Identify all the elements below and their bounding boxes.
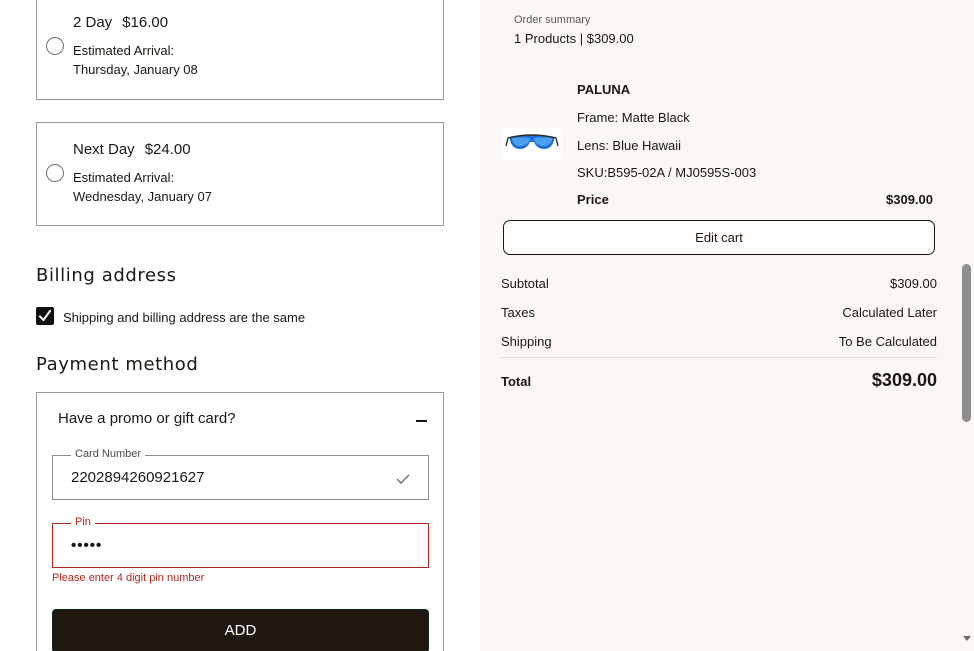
add-gift-card-button[interactable]: ADD bbox=[52, 609, 429, 651]
pin-error-message: Please enter 4 digit pin number bbox=[52, 572, 205, 584]
shipping-option-name: 2 Day bbox=[73, 14, 113, 31]
shipping-option-name: Next Day bbox=[73, 141, 135, 158]
scrollbar-thumb[interactable] bbox=[962, 264, 971, 422]
same-address-label[interactable]: Shipping and billing address are the sam… bbox=[63, 310, 305, 325]
promo-toggle-title[interactable]: Have a promo or gift card? bbox=[58, 410, 236, 427]
radio-icon[interactable] bbox=[46, 37, 64, 55]
card-number-label: Card Number bbox=[71, 448, 146, 460]
card-number-input[interactable] bbox=[71, 469, 371, 486]
summary-divider bbox=[501, 357, 937, 358]
subtotal-value: $309.00 bbox=[890, 276, 937, 291]
edit-cart-button[interactable]: Edit cart bbox=[503, 220, 935, 255]
checkmark-icon bbox=[38, 309, 52, 322]
promo-gift-card-panel: Have a promo or gift card? Card Number P… bbox=[36, 392, 444, 651]
product-price: $309.00 bbox=[886, 192, 933, 207]
order-summary-panel: Order summary 1 Products | $309.00 PALUN… bbox=[480, 0, 960, 651]
taxes-label: Taxes bbox=[501, 305, 535, 320]
pin-field[interactable]: Pin bbox=[52, 516, 429, 568]
product-frame: Frame: Matte Black bbox=[577, 110, 690, 125]
billing-address-heading: Billing address bbox=[36, 265, 177, 286]
subtotal-row: Subtotal $309.00 bbox=[501, 276, 937, 291]
checkout-form: 2 Day $16.00 Estimated Arrival: Thursday,… bbox=[0, 0, 480, 651]
chevron-down-icon[interactable] bbox=[963, 636, 971, 642]
shipping-value: To Be Calculated bbox=[838, 334, 937, 349]
shipping-row: Shipping To Be Calculated bbox=[501, 334, 937, 349]
shipping-eta-date: Thursday, January 08 bbox=[73, 62, 198, 77]
subtotal-label: Subtotal bbox=[501, 276, 549, 291]
card-number-field[interactable]: Card Number bbox=[52, 448, 429, 500]
payment-method-heading: Payment method bbox=[36, 354, 199, 375]
minus-icon[interactable] bbox=[416, 420, 427, 422]
product-sku: SKU:B595-02A / MJ0595S-003 bbox=[577, 165, 757, 180]
shipping-label: Shipping bbox=[501, 334, 552, 349]
total-value: $309.00 bbox=[871, 370, 937, 390]
product-lens: Lens: Blue Hawaii bbox=[577, 138, 682, 153]
shipping-option-2-day[interactable]: 2 Day $16.00 Estimated Arrival: Thursday,… bbox=[36, 0, 444, 100]
shipping-option-next-day[interactable]: Next Day $24.00 Estimated Arrival: Wednes… bbox=[36, 122, 444, 226]
radio-icon[interactable] bbox=[46, 164, 64, 182]
product-price-label: Price bbox=[577, 192, 609, 207]
checkbox-icon[interactable] bbox=[36, 307, 54, 325]
shipping-eta-date: Wednesday, January 07 bbox=[73, 189, 212, 204]
page-scrollbar[interactable] bbox=[960, 0, 974, 651]
shipping-option-price: $24.00 bbox=[144, 141, 191, 158]
checkmark-icon bbox=[396, 474, 410, 484]
taxes-value: Calculated Later bbox=[842, 305, 937, 320]
order-summary-count: 1 Products | $309.00 bbox=[514, 31, 634, 46]
taxes-row: Taxes Calculated Later bbox=[501, 305, 937, 320]
pin-input[interactable] bbox=[71, 537, 371, 554]
total-label: Total bbox=[501, 374, 532, 389]
sunglasses-icon bbox=[502, 128, 562, 160]
shipping-eta-label: Estimated Arrival: bbox=[73, 170, 175, 185]
shipping-option-price: $16.00 bbox=[122, 14, 169, 31]
shipping-eta-label: Estimated Arrival: bbox=[73, 43, 175, 58]
shipping-option-title: 2 Day $16.00 bbox=[73, 14, 168, 31]
shipping-option-title: Next Day $24.00 bbox=[73, 141, 191, 158]
order-summary-label: Order summary bbox=[514, 14, 591, 26]
pin-label: Pin bbox=[71, 516, 95, 528]
product-name: PALUNA bbox=[577, 82, 631, 97]
